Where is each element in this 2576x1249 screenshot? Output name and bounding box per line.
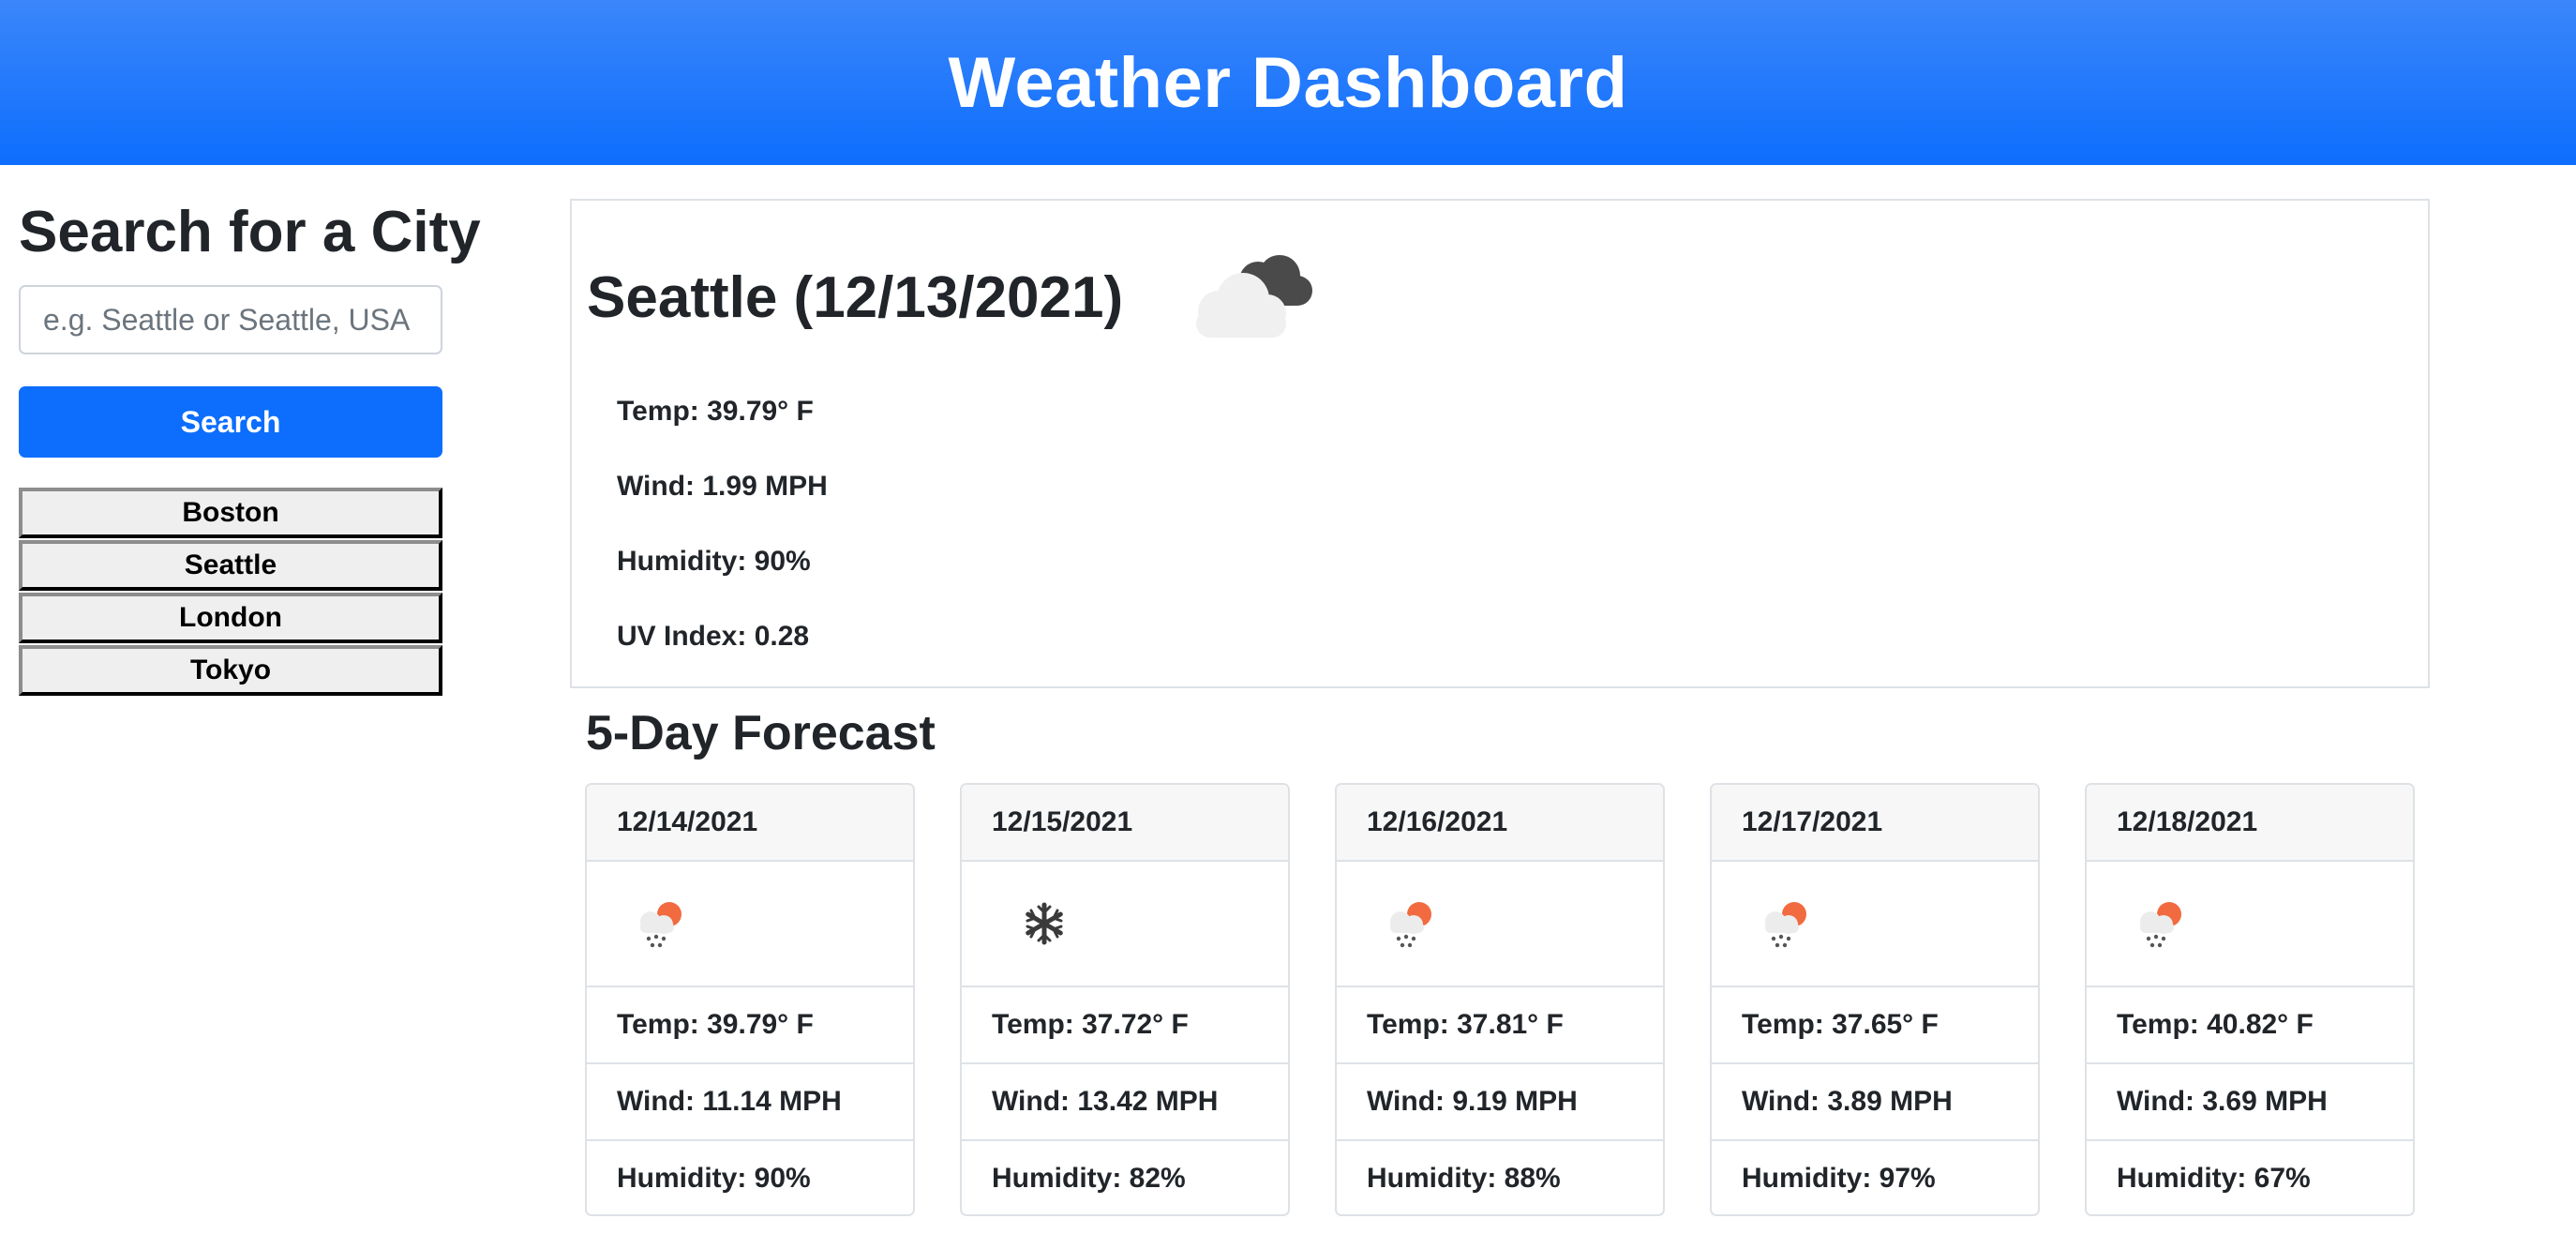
- page-title: Weather Dashboard: [948, 42, 1628, 123]
- current-wind: Wind: 1.99 MPH: [617, 471, 828, 502]
- forecast-card: 12/17/2021 Temp: 37.65° F Wind: 3.89 MPH…: [1710, 783, 2040, 1216]
- forecast-wind: Wind: 9.19 MPH: [1337, 1064, 1663, 1141]
- forecast-temp: Temp: 37.65° F: [1712, 987, 2038, 1064]
- city-search-input[interactable]: [19, 285, 442, 354]
- forecast-temp: Temp: 40.82° F: [2087, 987, 2413, 1064]
- forecast-card: 12/14/2021 Temp: 39.79° F Wind: 11.14 MP…: [585, 783, 915, 1216]
- forecast-humidity: Humidity: 90%: [617, 1163, 811, 1194]
- light-snow-icon: [640, 902, 681, 948]
- history-button-london[interactable]: London: [19, 593, 442, 643]
- forecast-temp: Temp: 39.79° F: [587, 987, 913, 1064]
- forecast-temp: Temp: 37.81° F: [1337, 987, 1663, 1064]
- light-snow-icon: [1390, 902, 1431, 948]
- forecast-wind: Wind: 11.14 MPH: [587, 1064, 913, 1141]
- page-header: Weather Dashboard: [0, 0, 2576, 165]
- forecast-icon-cell: [962, 862, 1288, 987]
- forecast-icon-cell: [1337, 862, 1663, 987]
- forecast-icon-cell: [2087, 862, 2413, 987]
- forecast-wind: Wind: 3.89 MPH: [1712, 1064, 2038, 1141]
- forecast-icon-cell: [587, 862, 913, 987]
- forecast-date: 12/17/2021: [1712, 785, 2038, 862]
- forecast-icon-cell: [1712, 862, 2038, 987]
- current-temp: Temp: 39.79° F: [617, 396, 814, 427]
- search-title: Search for a City: [19, 200, 481, 264]
- forecast-card: 12/16/2021 Temp: 37.81° F Wind: 9.19 MPH…: [1335, 783, 1665, 1216]
- current-city-title: Seattle (12/13/2021): [587, 265, 1124, 330]
- history-button-boston[interactable]: Boston: [19, 488, 442, 538]
- history-button-tokyo[interactable]: Tokyo: [19, 645, 442, 696]
- forecast-date: 12/18/2021: [2087, 785, 2413, 862]
- forecast-date: 12/15/2021: [962, 785, 1288, 862]
- forecast-humidity: Humidity: 88%: [1367, 1163, 1561, 1194]
- forecast-date: 12/14/2021: [587, 785, 913, 862]
- forecast-wind: Wind: 13.42 MPH: [962, 1064, 1288, 1141]
- search-history-list: Boston Seattle London Tokyo: [19, 488, 442, 698]
- forecast-title: 5-Day Forecast: [586, 706, 936, 760]
- search-button[interactable]: Search: [19, 386, 442, 458]
- forecast-date: 12/16/2021: [1337, 785, 1663, 862]
- forecast-wind: Wind: 3.69 MPH: [2087, 1064, 2413, 1141]
- current-weather-card: Seattle (12/13/2021) Temp: 39.79° F Wind…: [570, 199, 2430, 688]
- forecast-temp: Temp: 37.72° F: [962, 987, 1288, 1064]
- forecast-card: 12/18/2021 Temp: 40.82° F Wind: 3.69 MPH…: [2085, 783, 2415, 1216]
- light-snow-icon: [1765, 902, 1806, 948]
- current-uv-index: UV Index: 0.28: [617, 621, 810, 652]
- forecast-humidity: Humidity: 67%: [2117, 1163, 2311, 1194]
- history-button-seattle[interactable]: Seattle: [19, 540, 442, 591]
- forecast-card: 12/15/2021 Temp: 37.72° F Wind: 13.42 MP…: [960, 783, 1290, 1216]
- light-snow-icon: [2140, 902, 2181, 948]
- forecast-humidity: Humidity: 97%: [1742, 1163, 1936, 1194]
- snowflake-icon: [1026, 902, 1063, 945]
- current-humidity: Humidity: 90%: [617, 546, 811, 577]
- forecast-humidity: Humidity: 82%: [992, 1163, 1186, 1194]
- broken-clouds-icon: [1196, 255, 1312, 338]
